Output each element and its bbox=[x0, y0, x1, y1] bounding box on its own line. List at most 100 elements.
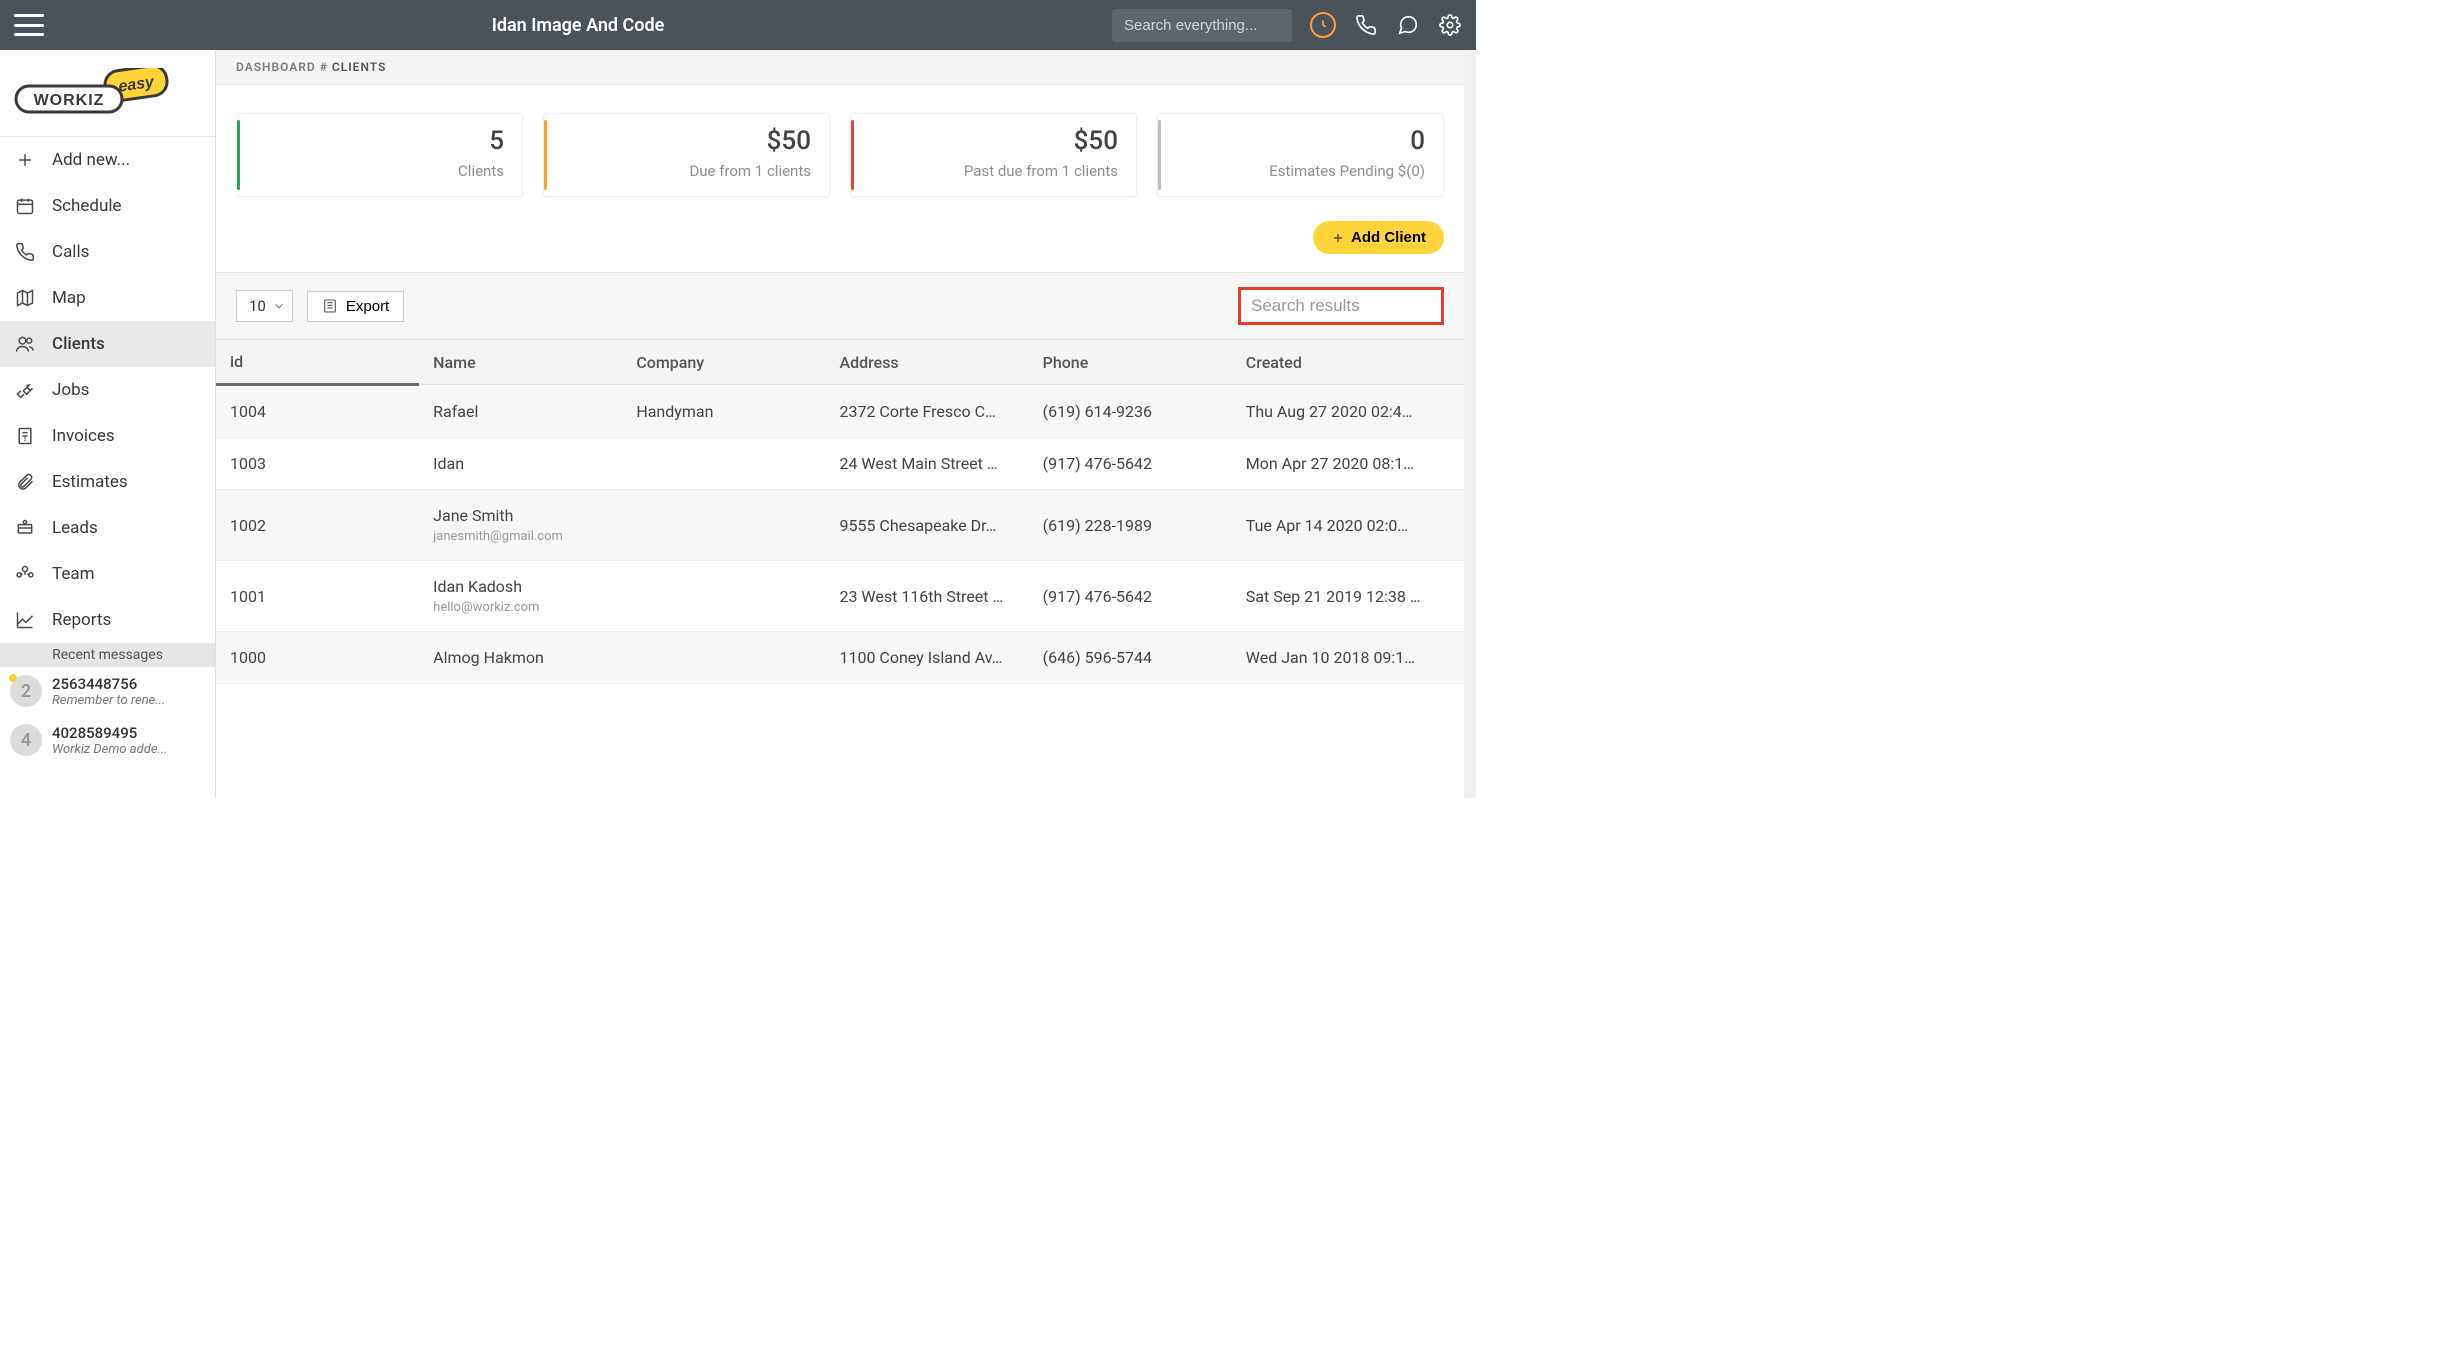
stat-label: Estimates Pending $(0) bbox=[1176, 162, 1425, 180]
stat-card[interactable]: 0 Estimates Pending $(0) bbox=[1157, 113, 1444, 197]
cell-id: 1002 bbox=[216, 490, 419, 561]
sidebar-item-estimates[interactable]: Estimates bbox=[0, 459, 215, 505]
sidebar-item-jobs[interactable]: Jobs bbox=[0, 367, 215, 413]
export-button[interactable]: Export bbox=[307, 291, 404, 322]
global-search-input[interactable] bbox=[1112, 9, 1292, 42]
plus-icon bbox=[14, 149, 36, 171]
vertical-scrollbar[interactable] bbox=[1464, 50, 1476, 798]
sidebar-item-calls[interactable]: Calls bbox=[0, 229, 215, 275]
chat-icon[interactable] bbox=[1396, 13, 1420, 37]
stat-value: 0 bbox=[1176, 126, 1425, 156]
sidebar-item-clients[interactable]: Clients bbox=[0, 321, 215, 367]
cell-created: Thu Aug 27 2020 02:4… bbox=[1232, 385, 1464, 438]
cell-address: 23 West 116th Street … bbox=[825, 561, 1028, 632]
cell-name: Rafael bbox=[419, 385, 622, 438]
row-email: hello@workiz.com bbox=[433, 600, 608, 615]
table-row[interactable]: 1002Jane Smithjanesmith@gmail.com9555 Ch… bbox=[216, 490, 1464, 561]
sidebar-item-label: Estimates bbox=[52, 472, 128, 492]
cell-company bbox=[622, 438, 825, 490]
cell-phone: (917) 476-5642 bbox=[1029, 561, 1232, 632]
stat-label: Past due from 1 clients bbox=[869, 162, 1118, 180]
sidebar-item-invoices[interactable]: $Invoices bbox=[0, 413, 215, 459]
sidebar-item-schedule[interactable]: Schedule bbox=[0, 183, 215, 229]
brand-logo[interactable]: easy WORKIZ bbox=[0, 50, 215, 137]
recent-preview: Remember to rene... bbox=[52, 693, 165, 708]
sidebar: easy WORKIZ Add new... Schedule Calls Map Cl… bbox=[0, 50, 216, 798]
table-row[interactable]: 1001Idan Kadoshhello@workiz.com23 West 1… bbox=[216, 561, 1464, 632]
leads-icon bbox=[14, 517, 36, 539]
unread-count-badge: 4 bbox=[10, 724, 42, 756]
calendar-icon bbox=[14, 195, 36, 217]
recent-message[interactable]: 22563448756Remember to rene... bbox=[0, 667, 215, 716]
column-header[interactable]: Phone bbox=[1029, 340, 1232, 385]
table-search-input[interactable] bbox=[1238, 287, 1444, 325]
sidebar-item-label: Leads bbox=[52, 518, 98, 538]
sidebar-item-label: Jobs bbox=[52, 380, 89, 400]
menu-toggle[interactable] bbox=[14, 14, 44, 36]
cell-phone: (917) 476-5642 bbox=[1029, 438, 1232, 490]
stat-card[interactable]: 5 Clients bbox=[236, 113, 523, 197]
table-row[interactable]: 1000Almog Hakmon1100 Coney Island Av…(64… bbox=[216, 632, 1464, 684]
settings-gear-icon[interactable] bbox=[1438, 13, 1462, 37]
sidebar-item-label: Map bbox=[52, 288, 86, 308]
cell-name: Jane Smithjanesmith@gmail.com bbox=[419, 490, 622, 561]
plus-icon bbox=[1331, 231, 1345, 245]
sidebar-item-label: Invoices bbox=[52, 426, 115, 446]
sidebar-item-label: Calls bbox=[52, 242, 89, 262]
column-header[interactable]: Created bbox=[1232, 340, 1464, 385]
cell-created: Mon Apr 27 2020 08:1… bbox=[1232, 438, 1464, 490]
stat-card[interactable]: $50 Past due from 1 clients bbox=[850, 113, 1137, 197]
column-header[interactable]: Address bbox=[825, 340, 1028, 385]
svg-text:WORKIZ: WORKIZ bbox=[34, 92, 105, 109]
column-header[interactable]: Name bbox=[419, 340, 622, 385]
cell-id: 1003 bbox=[216, 438, 419, 490]
clock-icon[interactable] bbox=[1310, 12, 1336, 38]
reports-icon bbox=[14, 609, 36, 631]
recent-number: 4028589495 bbox=[52, 724, 168, 742]
cell-phone: (619) 614-9236 bbox=[1029, 385, 1232, 438]
dialer-phone-icon[interactable] bbox=[1354, 13, 1378, 37]
recent-message[interactable]: 4 4028589495Workiz Demo adde... bbox=[0, 716, 215, 765]
cell-created: Wed Jan 10 2018 09:1… bbox=[1232, 632, 1464, 684]
column-header[interactable]: Company bbox=[622, 340, 825, 385]
page-size-select[interactable]: 10 bbox=[236, 290, 293, 322]
column-header[interactable]: id bbox=[216, 340, 419, 385]
cell-name: Almog Hakmon bbox=[419, 632, 622, 684]
stat-label: Clients bbox=[255, 162, 504, 180]
sidebar-item-label: Reports bbox=[52, 610, 111, 630]
breadcrumb-current: CLIENTS bbox=[332, 60, 386, 74]
table-row[interactable]: 1004RafaelHandyman2372 Corte Fresco C…(6… bbox=[216, 385, 1464, 438]
stat-value: $50 bbox=[562, 126, 811, 156]
recent-preview: Workiz Demo adde... bbox=[52, 742, 168, 757]
cell-name: Idan bbox=[419, 438, 622, 490]
sidebar-item-leads[interactable]: Leads bbox=[0, 505, 215, 551]
users-icon bbox=[14, 333, 36, 355]
attach-icon bbox=[14, 471, 36, 493]
recent-messages-header: Recent messages bbox=[0, 643, 215, 667]
sidebar-item-map[interactable]: Map bbox=[0, 275, 215, 321]
cell-phone: (646) 596-5744 bbox=[1029, 632, 1232, 684]
stat-value: 5 bbox=[255, 126, 504, 156]
sidebar-item-add-new-[interactable]: Add new... bbox=[0, 137, 215, 183]
team-icon bbox=[14, 563, 36, 585]
table-header-row: idNameCompanyAddressPhoneCreated bbox=[216, 340, 1464, 385]
breadcrumb-root[interactable]: DASHBOARD bbox=[236, 60, 316, 74]
recent-messages-list: 22563448756Remember to rene... 4 402858949… bbox=[0, 667, 215, 765]
cell-address: 2372 Corte Fresco C… bbox=[825, 385, 1028, 438]
table-row[interactable]: 1003Idan24 West Main Street …(917) 476-5… bbox=[216, 438, 1464, 490]
add-client-button[interactable]: Add Client bbox=[1313, 221, 1444, 254]
sidebar-item-label: Clients bbox=[52, 334, 105, 354]
sidebar-item-label: Schedule bbox=[52, 196, 121, 216]
cell-company bbox=[622, 561, 825, 632]
stat-card[interactable]: $50Due from 1 clients bbox=[543, 113, 830, 197]
map-icon bbox=[14, 287, 36, 309]
sidebar-item-team[interactable]: Team bbox=[0, 551, 215, 597]
cell-name: Idan Kadoshhello@workiz.com bbox=[419, 561, 622, 632]
sidebar-item-reports[interactable]: Reports bbox=[0, 597, 215, 643]
tools-icon bbox=[14, 379, 36, 401]
breadcrumb: DASHBOARD # CLIENTS bbox=[216, 50, 1464, 85]
main-nav: Add new... Schedule Calls Map Clients Jobs $In… bbox=[0, 137, 215, 643]
phone-icon bbox=[14, 241, 36, 263]
recent-number: 2563448756 bbox=[52, 675, 165, 693]
stat-value: $50 bbox=[869, 126, 1118, 156]
